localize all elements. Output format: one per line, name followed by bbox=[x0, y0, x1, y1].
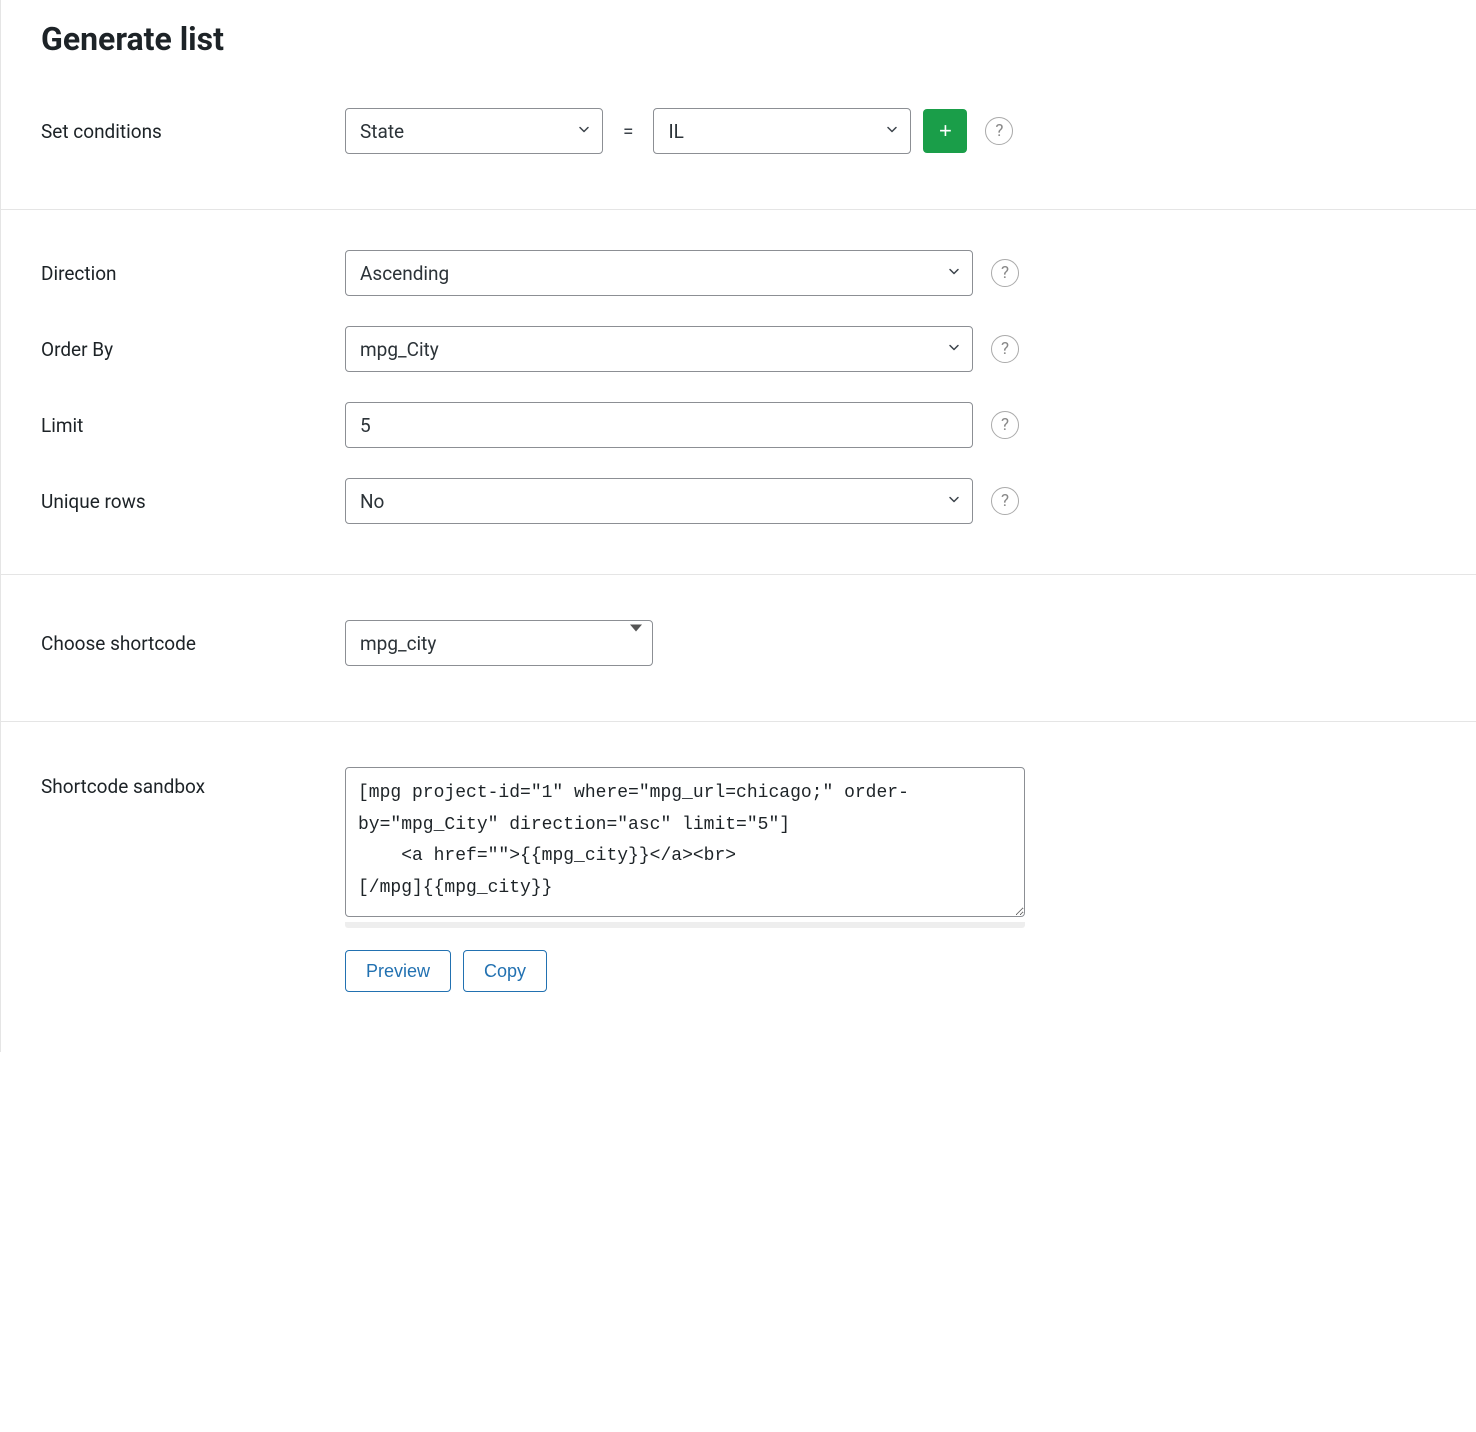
condition-field-select[interactable]: State bbox=[345, 108, 603, 154]
condition-field-value: State bbox=[360, 120, 404, 143]
chevron-down-icon bbox=[884, 120, 900, 143]
label-direction: Direction bbox=[41, 262, 345, 285]
chevron-down-icon bbox=[946, 490, 962, 513]
choose-shortcode-value: mpg_city bbox=[360, 632, 436, 655]
row-choose-shortcode: Choose shortcode mpg_city bbox=[41, 620, 1436, 666]
section-list-options: Direction Ascending ? Order By mpg_City bbox=[1, 210, 1476, 575]
label-set-conditions: Set conditions bbox=[41, 120, 345, 143]
section-choose-shortcode: Choose shortcode mpg_city bbox=[1, 575, 1476, 722]
condition-value-select[interactable]: IL bbox=[653, 108, 911, 154]
direction-select[interactable]: Ascending bbox=[345, 250, 973, 296]
chevron-down-icon bbox=[576, 120, 592, 143]
row-order-by: Order By mpg_City ? bbox=[41, 326, 1436, 372]
row-direction: Direction Ascending ? bbox=[41, 250, 1436, 296]
order-by-value: mpg_City bbox=[360, 338, 439, 361]
limit-value: 5 bbox=[360, 414, 371, 437]
row-set-conditions: Set conditions State = IL + ? bbox=[41, 108, 1436, 154]
chevron-down-icon bbox=[946, 262, 962, 285]
equals-sign: = bbox=[615, 120, 641, 143]
label-choose-shortcode: Choose shortcode bbox=[41, 632, 345, 655]
choose-shortcode-select[interactable]: mpg_city bbox=[345, 620, 653, 666]
help-icon[interactable]: ? bbox=[991, 487, 1019, 515]
row-limit: Limit 5 ? bbox=[41, 402, 1436, 448]
preview-button[interactable]: Preview bbox=[345, 950, 451, 992]
unique-rows-value: No bbox=[360, 490, 384, 513]
help-icon[interactable]: ? bbox=[991, 335, 1019, 363]
unique-rows-select[interactable]: No bbox=[345, 478, 973, 524]
row-unique-rows: Unique rows No ? bbox=[41, 478, 1436, 524]
add-condition-button[interactable]: + bbox=[923, 109, 967, 153]
direction-value: Ascending bbox=[360, 262, 449, 285]
label-unique-rows: Unique rows bbox=[41, 490, 345, 513]
order-by-select[interactable]: mpg_City bbox=[345, 326, 973, 372]
section-shortcode-sandbox: Shortcode sandbox Preview Copy bbox=[1, 722, 1476, 1052]
help-icon[interactable]: ? bbox=[991, 259, 1019, 287]
triangle-down-icon bbox=[630, 632, 642, 655]
label-order-by: Order By bbox=[41, 338, 345, 361]
limit-input[interactable]: 5 bbox=[345, 402, 973, 448]
page-title: Generate list bbox=[41, 20, 1436, 58]
condition-value-value: IL bbox=[668, 120, 683, 143]
label-shortcode-sandbox: Shortcode sandbox bbox=[41, 767, 345, 992]
textarea-resize-grip bbox=[345, 922, 1025, 928]
section-conditions: Generate list Set conditions State = IL bbox=[1, 0, 1476, 210]
label-limit: Limit bbox=[41, 414, 345, 437]
help-icon[interactable]: ? bbox=[991, 411, 1019, 439]
copy-button[interactable]: Copy bbox=[463, 950, 547, 992]
chevron-down-icon bbox=[946, 338, 962, 361]
help-icon[interactable]: ? bbox=[985, 117, 1013, 145]
shortcode-sandbox-textarea[interactable] bbox=[345, 767, 1025, 917]
